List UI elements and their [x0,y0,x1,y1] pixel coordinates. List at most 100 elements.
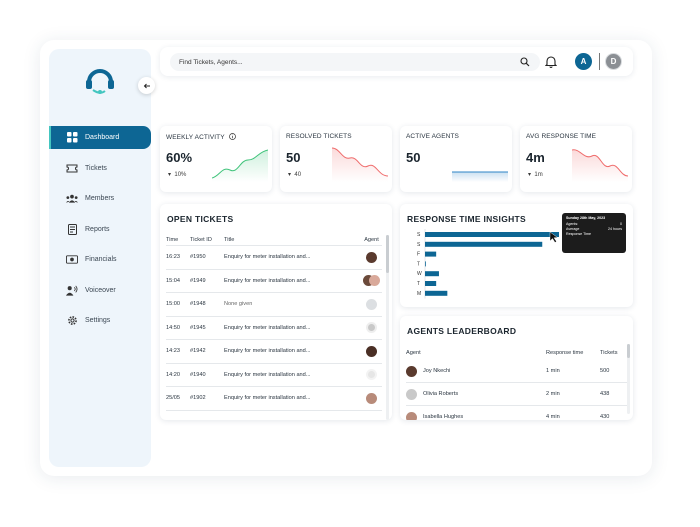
ticket-id: #1950 [190,254,206,261]
ticket-time: 14:20 [166,371,180,378]
stat-title: RESOLVED TICKETS [286,133,352,140]
table-row[interactable]: Joy Nkechi 1 min 500 [406,360,628,383]
agent-tickets: 430 [600,414,610,420]
ticket-title: Enquiry for meter installation and... [224,371,311,378]
chart-bar[interactable] [425,271,439,277]
column-header[interactable]: Agent [406,350,546,356]
open-tickets-card: OPEN TICKETS Time Ticket ID Title Agent … [160,204,392,420]
agent-name: Isabella Hughes [423,414,464,420]
ticket-title: Enquiry for meter installation and... [224,254,311,261]
table-row[interactable]: 14:20 #1940 Enquiry for meter installati… [166,364,382,387]
chart-bar[interactable] [425,281,437,286]
table-row[interactable]: 14:50 #1945 Enquiry for meter installati… [166,317,382,340]
bell-icon[interactable] [545,55,557,68]
user-avatar-a[interactable]: A [575,53,592,70]
agent-avatar[interactable] [366,345,377,357]
financials-icon [66,254,78,266]
chart-tick-label: W [417,271,422,277]
table-row[interactable]: 25/05 #1902 Enquiry for meter installati… [166,387,382,411]
ticket-id: #1949 [190,277,206,284]
sidebar-item-label: Settings [85,317,111,324]
chart-tick-label: T [417,261,420,267]
sidebar-item-label: Reports [85,225,110,233]
chart-bar[interactable] [425,261,426,267]
sidebar-item-label: Dashboard [85,134,120,141]
table-row[interactable]: Olivia Roberts 2 min 438 [406,383,628,406]
ticket-title: Enquiry for meter installation and... [224,348,311,355]
voiceover-icon [66,284,78,296]
agent-avatar[interactable] [366,392,377,404]
table-row[interactable]: 14:23 #1942 Enquiry for meter installati… [166,340,382,364]
sidebar-item-members[interactable]: Members [49,187,151,210]
stat-value: 50 [286,150,301,165]
section-title: OPEN TICKETS [167,214,234,224]
reports-icon [66,223,78,235]
chart-bar[interactable] [425,232,559,237]
column-header[interactable]: Agent [361,237,382,243]
agent-avatar[interactable] [366,251,377,263]
caret-down-icon: ▾ [528,172,532,178]
ticket-time: 16:23 [166,254,180,261]
chart-bar[interactable] [425,290,448,296]
ticket-time: 14:23 [166,348,180,355]
resolved-tickets-card: RESOLVED TICKETS 50 ▾ 40 [280,126,392,192]
agent-avatar [406,388,417,400]
column-header[interactable]: Ticket ID [190,237,224,243]
ticket-id: #1948 [190,301,206,308]
column-header[interactable]: Response time [546,350,600,356]
tooltip-label: Response Time [566,232,591,236]
tickets-table: Time Ticket ID Title Agent 16:23 #1950 E… [166,234,382,411]
agent-avatar[interactable] [369,275,380,287]
sidebar-item-label: Members [85,195,115,202]
chart-tick-label: M [417,291,421,297]
agent-response: 1 min [546,368,560,374]
ticket-id: #1940 [190,371,206,378]
sparkline-red [332,147,388,182]
tooltip-value: 0 [620,222,622,226]
collapse-sidebar-button[interactable] [138,77,155,94]
scrollbar-thumb[interactable] [627,344,630,358]
sidebar-item-label: Tickets [85,164,107,172]
agent-avatar[interactable] [366,322,377,334]
sidebar-item-settings[interactable]: Settings [49,309,151,332]
table-row[interactable]: 16:23 #1950 Enquiry for meter installati… [166,246,382,270]
sidebar-item-voiceover[interactable]: Voiceover [49,279,151,302]
caret-down-icon: ▾ [168,172,172,178]
chart-tick-label: T [417,281,420,287]
agent-avatar-placeholder[interactable] [366,298,377,310]
column-header[interactable]: Tickets [600,350,628,356]
stat-delta: ▾ 40 [288,172,302,178]
agent-avatar[interactable] [366,369,377,381]
ticket-title: None given [224,301,253,308]
column-header[interactable]: Title [224,237,361,243]
ticket-icon [66,162,78,174]
table-row[interactable]: 15:00 #1948 None given [166,293,382,317]
sidebar-item-financials[interactable]: Financials [49,248,151,271]
chart-tooltip: Sunday 28th May, 2023 Agents: 0 Average 24… [562,213,626,253]
search-input[interactable]: Find Tickets, Agents... [170,53,540,71]
members-icon [66,193,78,205]
stat-delta: ▾ 1m [528,172,543,178]
leaderboard-table: Agent Response time Tickets Joy Nkechi 1… [406,346,628,420]
agent-avatar [406,411,417,420]
ticket-time: 25/05 [166,395,180,402]
search-placeholder: Find Tickets, Agents... [179,58,243,66]
sidebar-item-tickets[interactable]: Tickets [49,157,151,180]
response-time-card: RESPONSE TIME INSIGHTS SSFTWTM Sunday 28… [400,204,633,307]
section-title: AGENTS LEADERBOARD [407,326,517,336]
ticket-id: #1902 [190,395,206,402]
agent-name: Joy Nkechi [423,368,451,374]
chart-bar[interactable] [425,241,543,247]
scrollbar-thumb[interactable] [386,235,389,273]
sidebar-item-reports[interactable]: Reports [49,218,151,241]
info-icon[interactable] [229,133,237,140]
agent-response: 2 min [546,391,560,397]
sidebar-item-label: Financials [85,256,117,263]
table-row[interactable]: 15:04 #1949 Enquiry for meter installati… [166,270,382,293]
sidebar-item-dashboard[interactable]: Dashboard [49,126,151,149]
search-icon[interactable] [520,57,530,67]
column-header[interactable]: Time [166,237,190,243]
chart-bar[interactable] [425,251,437,257]
table-row[interactable]: Isabella Hughes 4 min 430 [406,406,628,420]
user-avatar-d[interactable]: D [605,53,622,70]
